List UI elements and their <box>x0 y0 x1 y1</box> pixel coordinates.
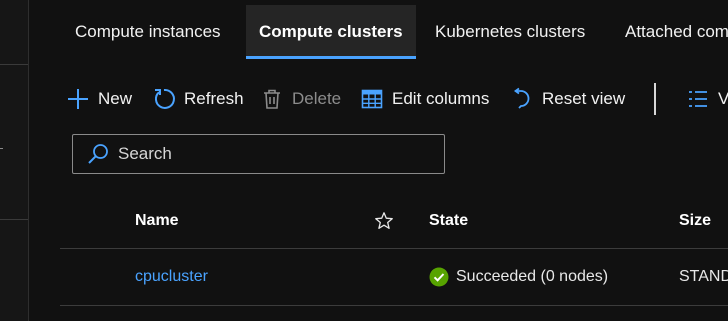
undo-icon <box>510 87 534 111</box>
cluster-name-link[interactable]: cpucluster <box>135 249 208 305</box>
table-header: Name State Size <box>60 194 728 249</box>
edit-columns-button[interactable]: Edit columns <box>360 80 489 118</box>
cluster-state: Succeeded (0 nodes) <box>429 249 608 305</box>
trash-icon <box>260 87 284 111</box>
view-label: View <box>718 89 728 108</box>
new-label: New <box>98 89 133 108</box>
column-header-size[interactable]: Size <box>679 194 711 248</box>
tab-label: Attached compute <box>625 22 728 41</box>
delete-label: Delete <box>292 89 342 108</box>
tab-compute-clusters[interactable]: Compute clusters <box>246 5 416 59</box>
tab-label: Compute instances <box>75 22 221 41</box>
new-button[interactable]: New <box>66 80 132 118</box>
column-header-state[interactable]: State <box>429 194 468 248</box>
search-icon <box>86 142 110 166</box>
rail-divider <box>0 219 28 220</box>
star-icon[interactable] <box>374 211 394 231</box>
refresh-label: Refresh <box>184 89 244 108</box>
search-input[interactable] <box>118 144 418 164</box>
table-columns-icon <box>360 87 384 111</box>
table-row: cpucluster Succeeded (0 nodes) STANDARD <box>60 249 728 306</box>
tab-kubernetes-clusters[interactable]: Kubernetes clusters <box>435 5 585 59</box>
list-view-icon <box>686 87 710 111</box>
compute-page: Compute instances Compute clusters Kuber… <box>0 0 728 321</box>
tab-label: Compute clusters <box>259 22 403 41</box>
rail-marker <box>0 148 3 149</box>
tab-attached-compute[interactable]: Attached compute <box>625 5 728 59</box>
refresh-button[interactable]: Refresh <box>152 80 244 118</box>
search-box[interactable] <box>72 134 445 174</box>
cluster-state-text: Succeeded (0 nodes) <box>456 268 609 285</box>
tab-label: Kubernetes clusters <box>435 22 586 41</box>
refresh-icon <box>152 87 176 111</box>
toolbar-divider <box>654 83 656 115</box>
rail-divider <box>0 64 28 65</box>
cluster-size: STANDARD <box>679 268 728 285</box>
delete-button[interactable]: Delete <box>260 80 341 118</box>
tab-compute-instances[interactable]: Compute instances <box>75 5 221 59</box>
clusters-table: Name State Size cpucluster Succeeded (0 … <box>60 194 728 306</box>
plus-icon <box>66 87 90 111</box>
success-check-icon <box>429 267 449 287</box>
column-header-name[interactable]: Name <box>135 194 179 248</box>
left-navigation-rail <box>0 0 29 321</box>
edit-columns-label: Edit columns <box>392 89 490 108</box>
reset-view-label: Reset view <box>542 89 626 108</box>
view-button[interactable]: View <box>686 80 728 118</box>
reset-view-button[interactable]: Reset view <box>510 80 625 118</box>
